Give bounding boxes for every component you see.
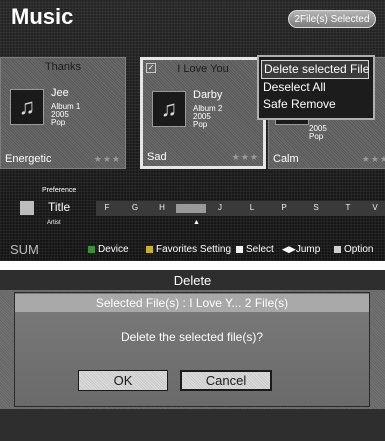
ok-button[interactable]: OK (78, 370, 168, 391)
jump-arrows-icon: ◀▶ (282, 244, 296, 254)
jump-option[interactable]: ◀▶Jump (282, 244, 320, 255)
letter-j[interactable]: J (211, 203, 229, 212)
card-genre: Pop (309, 132, 324, 141)
letter-s[interactable]: S (307, 203, 325, 212)
device-option[interactable]: Device (88, 244, 129, 255)
tools-icon (334, 245, 341, 253)
music-card-thanks[interactable]: Thanks ♫ Jee Album 1 2005 Pop Energetic … (0, 57, 126, 169)
device-label: Device (98, 244, 129, 255)
music-screen: Music 2File(s) Selected Thanks ♫ Jee Alb… (0, 0, 385, 261)
sort-artist-label: Artist (47, 220, 61, 226)
card-genre: Pop (51, 118, 66, 127)
music-card-i-love-you[interactable]: ✓ I Love You ♫ Darby Album 2 2005 Pop Sa… (140, 57, 266, 169)
letter-l[interactable]: L (243, 203, 261, 212)
dialog-message: Delete the selected file(s)? (120, 330, 264, 344)
card-title: Thanks (44, 61, 82, 73)
favorites-label: Favorites Setting (156, 244, 232, 255)
sort-icon[interactable] (20, 201, 34, 215)
dialog-header: Delete (0, 270, 385, 290)
menu-item-safe-remove[interactable]: Safe Remove (263, 97, 336, 111)
rating-stars: ★★★ (361, 154, 385, 164)
letter-highlight[interactable] (176, 204, 206, 213)
jump-label: Jump (295, 244, 321, 255)
cancel-button[interactable]: Cancel (180, 370, 272, 391)
select-label: Select (246, 244, 274, 255)
dialog-body: Selected File(s) : I Love Y... 2 File(s)… (14, 292, 370, 407)
card-mood: Calm (273, 153, 299, 165)
sort-preference-label: Preference (42, 187, 77, 194)
letter-p[interactable]: P (275, 203, 293, 212)
album-art: ♫ (152, 91, 186, 127)
sort-title-label[interactable]: Title (48, 200, 70, 214)
music-note-icon: ♫ (18, 94, 36, 119)
favorites-setting-option[interactable]: Favorites Setting (146, 244, 231, 255)
album-art: ♫ (10, 89, 44, 125)
menu-item-deselect-all[interactable]: Deselect All (263, 80, 326, 94)
letter-t[interactable]: T (339, 203, 357, 212)
pointer-up-icon: ▲ (193, 219, 200, 226)
card-mood: Sad (147, 151, 167, 163)
yellow-button-icon (146, 245, 153, 253)
card-genre: Pop (193, 120, 208, 129)
letter-v[interactable]: V (366, 203, 384, 212)
card-artist: Darby (193, 89, 223, 101)
page-title: Music (11, 4, 74, 29)
music-note-icon: ♫ (160, 96, 178, 121)
selection-count-badge: 2File(s) Selected (288, 10, 376, 28)
green-button-icon (88, 245, 95, 253)
option-label: Option (344, 244, 374, 255)
bottom-guide-bar: SUM Device Favorites Setting Select ◀▶Ju… (0, 238, 385, 261)
letter-h[interactable]: H (153, 203, 171, 212)
alphabet-jump-strip: F G H J L P S T V (96, 201, 385, 216)
rating-stars: ★★★ (93, 154, 121, 164)
letter-f[interactable]: F (98, 203, 116, 212)
letter-g[interactable]: G (126, 203, 144, 212)
dialog-footer (0, 409, 385, 441)
card-artist: Jee (51, 87, 69, 99)
dialog-title: Delete (173, 273, 212, 288)
menu-item-delete-selected[interactable]: Delete selected File (261, 60, 369, 79)
option-menu[interactable]: Option (334, 244, 373, 255)
select-button-icon (236, 245, 243, 253)
rating-stars: ★★★ (231, 152, 259, 162)
card-mood: Energetic (5, 153, 52, 165)
sort-bar: Preference Title Artist F G H J L P S T … (0, 183, 385, 234)
card-title: I Love You (177, 63, 229, 75)
dialog-selected-files: Selected File(s) : I Love Y... 2 File(s) (15, 294, 369, 312)
tools-popup-menu: Delete selected File Deselect All Safe R… (257, 55, 375, 120)
sum-label: SUM (10, 242, 39, 257)
select-option[interactable]: Select (236, 244, 274, 255)
delete-dialog: Delete Selected File(s) : I Love Y... 2 … (0, 270, 385, 441)
